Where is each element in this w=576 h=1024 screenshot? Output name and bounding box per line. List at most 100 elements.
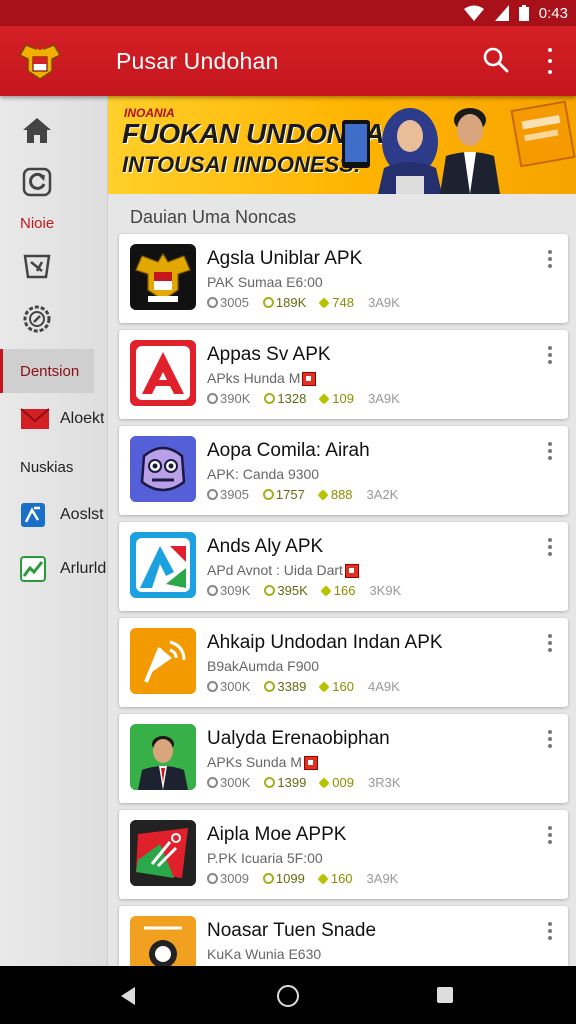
item-more-icon[interactable] <box>547 538 553 556</box>
downloads-stat: 3005 <box>207 295 249 310</box>
app-name: Noasar Tuen Snade <box>207 920 377 941</box>
size-stat: 3R3K <box>368 775 401 790</box>
app-list-item[interactable]: Aipla Moe APPK P.PK Icuaria 5F:00 3009 1… <box>119 810 568 899</box>
item-more-icon[interactable] <box>547 442 553 460</box>
item-more-icon[interactable] <box>547 634 553 652</box>
downloads-stat: 300K <box>207 679 250 694</box>
rating-stat: 395K <box>264 583 308 598</box>
flag-badge-icon <box>302 372 317 387</box>
rating-icon <box>264 585 276 596</box>
promo-banner[interactable]: INOANIA FUOKAN UNDONSAN INTOUSAI IINDONE… <box>108 96 576 194</box>
search-icon[interactable] <box>482 46 510 74</box>
more-vert-icon[interactable] <box>540 48 560 74</box>
status-time: 0:43 <box>538 4 568 22</box>
score-stat: 160 <box>318 679 354 694</box>
sidebar-item-settings[interactable] <box>0 301 107 337</box>
app-stats: 390K 1328 109 3A9K <box>207 391 414 406</box>
score-icon <box>318 392 330 405</box>
sidebar-item-tag[interactable] <box>0 248 107 284</box>
sidebar-item-nuskias[interactable]: Nuskias <box>0 454 107 480</box>
score-icon <box>318 296 330 309</box>
score-stat: 888 <box>317 487 353 502</box>
flag-badge-icon <box>344 564 359 579</box>
score-icon <box>320 584 332 597</box>
app-name: Aopa Comila: Airah <box>207 440 370 461</box>
rating-stat: 3389 <box>264 679 306 694</box>
app-stats: 309K 395K 166 3K9K <box>207 583 415 598</box>
score-stat: 166 <box>320 583 355 598</box>
downloads-stat: 3905 <box>207 487 249 502</box>
rating-stat: 1099 <box>262 871 305 886</box>
downloads-stat: 3009 <box>207 871 249 886</box>
app-subtitle: APks Hunda M <box>207 370 317 387</box>
sidebar-item-label: Aloekt <box>60 410 105 427</box>
item-more-icon[interactable] <box>547 826 553 844</box>
chart-icon <box>20 556 46 582</box>
item-more-icon[interactable] <box>547 346 553 364</box>
downloads-stat: 309K <box>207 583 250 598</box>
battery-icon <box>518 5 529 21</box>
banner-people-image <box>342 100 576 194</box>
satellite-dish-icon <box>130 628 196 694</box>
app-name: Agsla Uniblar APK <box>207 248 363 269</box>
rating-icon <box>262 489 274 500</box>
app-subtitle: KuKa Wunia E630 <box>207 946 322 962</box>
app-title: Pusar Undohan <box>116 47 279 74</box>
sidebar-item-label: Aoslst <box>60 506 104 523</box>
tag-icon <box>22 251 52 281</box>
sidebar-item-label: Dentsion <box>20 362 80 380</box>
rating-stat: 189K <box>262 295 306 310</box>
app-list-item[interactable]: Ahkaip Undodan Indan APK B9akAumda F900 … <box>119 618 568 707</box>
sidebar-item-aoslst[interactable]: Aoslst <box>0 500 107 530</box>
app-stats: 300K 1399 009 3R3K <box>207 775 415 790</box>
rating-icon <box>262 873 274 884</box>
back-icon[interactable] <box>119 986 137 1006</box>
rating-icon <box>264 777 276 788</box>
item-more-icon[interactable] <box>547 730 553 748</box>
app-subtitle: APK: Canda 9300 <box>207 466 320 482</box>
sidebar-item-dentsion[interactable]: Dentsion <box>0 349 94 393</box>
rating-stat: 1399 <box>264 775 306 790</box>
rating-stat: 1328 <box>264 391 306 406</box>
sidebar-item-arlurldi[interactable]: Arlurldi <box>0 554 107 584</box>
system-nav-bar <box>0 966 576 1024</box>
sidebar-item-aloekt[interactable]: Aloekt <box>0 404 107 434</box>
sidebar-item-home[interactable] <box>0 112 107 148</box>
app-subtitle: PAK Sumaa E6:00 <box>207 274 323 290</box>
banner-subheadline: INTOUSAI IINDONESS! <box>122 152 362 177</box>
letter-a-icon <box>130 340 196 406</box>
size-stat: 3A9K <box>368 391 400 406</box>
app-list-item[interactable]: Aopa Comila: Airah APK: Canda 9300 3905 … <box>119 426 568 515</box>
download-icon <box>207 489 218 500</box>
sidebar-item-refresh[interactable] <box>0 164 107 200</box>
item-more-icon[interactable] <box>547 250 553 268</box>
app-list-item[interactable]: Agsla Uniblar APK PAK Sumaa E6:00 3005 1… <box>119 234 568 323</box>
score-icon <box>317 872 329 885</box>
garuda-logo-icon[interactable] <box>16 37 64 85</box>
sidebar-item-label: Nioie <box>20 214 55 232</box>
home-circle-icon[interactable] <box>277 985 299 1007</box>
item-more-icon[interactable] <box>547 922 553 940</box>
app-list-item[interactable]: Noasar Tuen Snade KuKa Wunia E630 <box>119 906 568 966</box>
downloads-stat: 300K <box>207 775 250 790</box>
download-icon <box>207 873 218 884</box>
app-name: Appas Sv APK <box>207 344 331 365</box>
app-list-item[interactable]: Ands Aly APK APd Avnot : Uida Dart 309K … <box>119 522 568 611</box>
mail-icon <box>20 407 50 431</box>
rating-icon <box>264 681 276 692</box>
garuda-emblem-icon <box>130 244 196 310</box>
downloads-stat: 390K <box>207 391 250 406</box>
robot-face-icon <box>130 436 196 502</box>
download-icon <box>207 585 218 596</box>
app-subtitle: APd Avnot : Uida Dart <box>207 562 359 579</box>
settings-icon <box>21 303 53 335</box>
size-stat: 3A9K <box>366 871 399 886</box>
app-stats: 3905 1757 888 3A2K <box>207 487 412 502</box>
recents-icon[interactable] <box>437 987 453 1003</box>
app-list-item[interactable]: Appas Sv APK APks Hunda M 390K 1328 109 … <box>119 330 568 419</box>
sidebar: Nioie Dentsion Aloekt Nuskias Aoslst Arl… <box>0 96 108 966</box>
size-stat: 3A9K <box>368 295 400 310</box>
score-stat: 109 <box>318 391 354 406</box>
app-list-item[interactable]: Ualyda Erenaobiphan APKs Sunda M 300K 13… <box>119 714 568 803</box>
sidebar-item-nioie[interactable]: Nioie <box>0 210 107 236</box>
